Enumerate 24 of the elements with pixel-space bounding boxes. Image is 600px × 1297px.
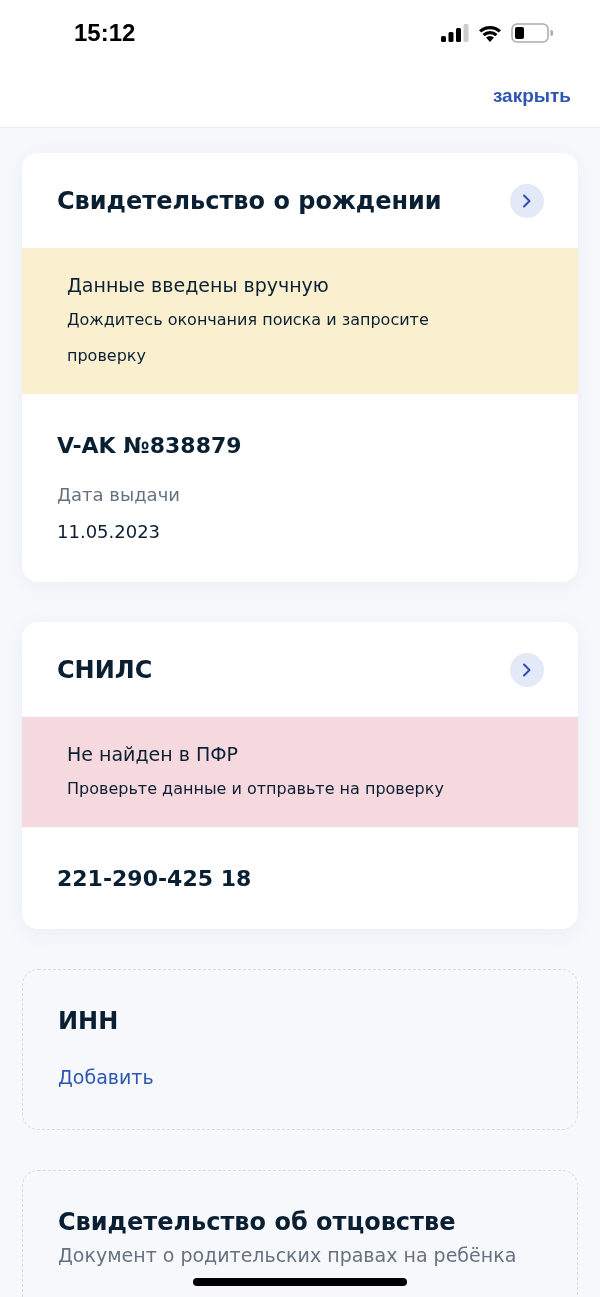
empty-document-card[interactable]: ИНН Добавить — [22, 969, 578, 1130]
field-value: 11.05.2023 — [57, 520, 162, 544]
battery-icon — [511, 22, 553, 43]
card-title: Свидетельство об отцовстве — [58, 1207, 457, 1238]
document-number: V-AK №838879 — [57, 432, 243, 460]
card-title: ИНН — [58, 1006, 120, 1037]
card-title: Свидетельство о рождении — [57, 186, 442, 215]
document-number: 221-290-425 18 — [57, 865, 253, 893]
card-title: СНИЛС — [57, 655, 153, 684]
wifi-icon — [477, 23, 503, 42]
field-label: Дата выдачи — [57, 483, 181, 507]
document-card[interactable]: Свидетельство о рождении Данные введены вручную Дождитесь окончания поиска и запросите проверку V-AK №838879 Дата выдачи 11.05.2023 — [22, 153, 578, 582]
chevron-icon[interactable] — [510, 652, 544, 687]
alert-text: Дождитесь окончания поиска и запросите проверку — [67, 309, 430, 367]
alert-title: Не найден в ПФР — [67, 742, 240, 767]
status-time: 15:12 — [74, 18, 136, 47]
add-link[interactable]: Добавить — [58, 1066, 154, 1088]
signal-icon — [441, 23, 469, 42]
document-card[interactable]: СНИЛС Не найден в ПФР Проверьте данные и отправьте на проверку 221-290-425 18 — [22, 622, 578, 929]
close-link[interactable]: закрыть — [492, 85, 571, 107]
alert-title: Данные введены вручную — [67, 273, 330, 298]
alert-text: Проверьте данные и отправьте на проверку — [67, 778, 445, 800]
chevron-icon[interactable] — [510, 183, 544, 218]
card-description: Документ о родительских правах на ребёнка — [58, 1245, 518, 1266]
